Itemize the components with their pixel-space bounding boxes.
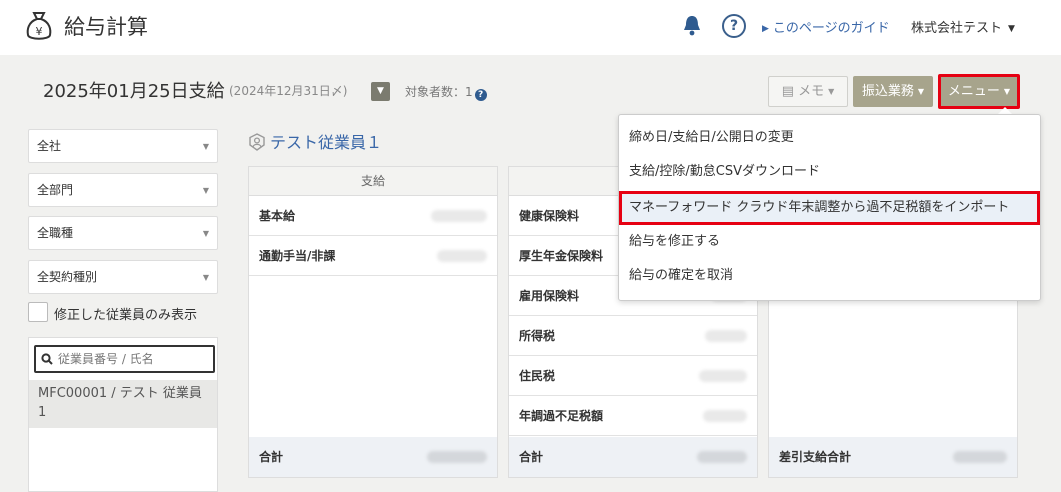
period-dropdown-button[interactable]: ▼ — [371, 82, 390, 101]
top-header: ¥ 給与計算 ? ▶ このページのガイド 株式会社テスト ▼ — [0, 0, 1061, 55]
filter-job-type[interactable]: 全職種 ▼ — [28, 216, 218, 250]
caret-down-icon: ▼ — [828, 87, 835, 96]
deductions-total-row: 合計 — [509, 437, 757, 477]
masked-amount — [697, 451, 747, 463]
masked-amount — [953, 451, 1007, 463]
caret-down-icon: ▼ — [202, 273, 209, 282]
help-icon[interactable]: ? — [722, 14, 746, 38]
money-bag-icon: ¥ — [26, 12, 52, 40]
app-title: 給与計算 — [64, 15, 148, 39]
caret-down-icon: ▼ — [1003, 87, 1011, 96]
filter-company[interactable]: 全社 ▼ — [28, 129, 218, 163]
payment-row[interactable]: 基本給 — [249, 196, 497, 236]
masked-amount — [431, 210, 487, 222]
page-title: 2025年01月25日支給 — [43, 81, 225, 102]
transfer-button[interactable]: 振込業務 ▼ — [853, 76, 933, 107]
employee-list-item[interactable]: MFC00001 / テスト 従業員 1 — [29, 380, 217, 428]
menu-item-change-dates[interactable]: 締め日/支給日/公開日の変更 — [619, 121, 1040, 155]
payments-header: 支給 — [249, 167, 497, 196]
svg-text:¥: ¥ — [36, 25, 43, 38]
caret-down-icon: ▼ — [202, 142, 209, 151]
filter-department[interactable]: 全部門 ▼ — [28, 173, 218, 207]
caret-down-icon: ▼ — [1008, 24, 1015, 34]
menu-item-csv-download[interactable]: 支給/控除/勤怠CSVダウンロード — [619, 155, 1040, 189]
memo-icon: ▤ — [781, 84, 799, 99]
employee-search-input[interactable]: 従業員番号 / 氏名 — [34, 345, 215, 373]
play-triangle-icon: ▶ — [762, 24, 769, 34]
menu-item-cancel-confirmation[interactable]: 給与の確定を取消 — [619, 259, 1040, 293]
masked-amount — [699, 370, 747, 382]
masked-amount — [427, 451, 487, 463]
employee-name-heading: テスト従業員１ — [248, 129, 382, 153]
help-circle-icon[interactable]: ? — [474, 89, 487, 101]
filter-contract-type[interactable]: 全契約種別 ▼ — [28, 260, 218, 294]
payment-row[interactable]: 通勤手当/非課 — [249, 236, 497, 276]
search-icon — [41, 353, 53, 365]
employee-list-panel: 従業員番号 / 氏名 MFC00001 / テスト 従業員 1 — [28, 337, 218, 492]
closing-date: (2024年12月31日〆) — [229, 84, 348, 98]
modified-only-checkbox[interactable] — [28, 302, 48, 322]
page-guide-link[interactable]: ▶ このページのガイド — [762, 17, 890, 36]
menu-dropdown: 締め日/支給日/公開日の変更 支給/控除/勤怠CSVダウンロード マネーフォワー… — [618, 114, 1041, 301]
masked-amount — [703, 410, 747, 422]
menu-item-edit-payroll[interactable]: 給与を修正する — [619, 225, 1040, 259]
memo-button[interactable]: ▤ メモ ▼ — [768, 76, 848, 107]
masked-amount — [437, 250, 487, 262]
payments-card: 支給 基本給 通勤手当/非課 合計 — [248, 166, 498, 478]
net-pay-total-row: 差引支給合計 — [769, 437, 1017, 477]
caret-down-icon: ▼ — [202, 229, 209, 238]
deduction-row[interactable]: 年調過不足税額 — [509, 396, 757, 436]
menu-button[interactable]: メニュー ▼ — [938, 74, 1020, 109]
menu-item-import-tax-adjustment[interactable]: マネーフォワード クラウド年末調整から過不足税額をインポート — [619, 191, 1040, 225]
target-count: 対象者数：1? — [405, 83, 487, 101]
masked-amount — [705, 330, 747, 342]
notification-bell-icon[interactable] — [682, 14, 702, 36]
sidebar: 全社 ▼ 全部門 ▼ 全職種 ▼ 全契約種別 ▼ 修正した従業員のみ表示 従業員番号 /… — [28, 120, 218, 492]
payments-total-row: 合計 — [249, 437, 497, 477]
caret-down-icon: ▼ — [202, 186, 209, 195]
caret-down-icon: ▼ — [917, 87, 925, 96]
company-selector[interactable]: 株式会社テスト ▼ — [911, 17, 1015, 36]
employee-badge-icon — [249, 133, 265, 151]
deduction-row[interactable]: 住民税 — [509, 356, 757, 396]
deduction-row[interactable]: 所得税 — [509, 316, 757, 356]
